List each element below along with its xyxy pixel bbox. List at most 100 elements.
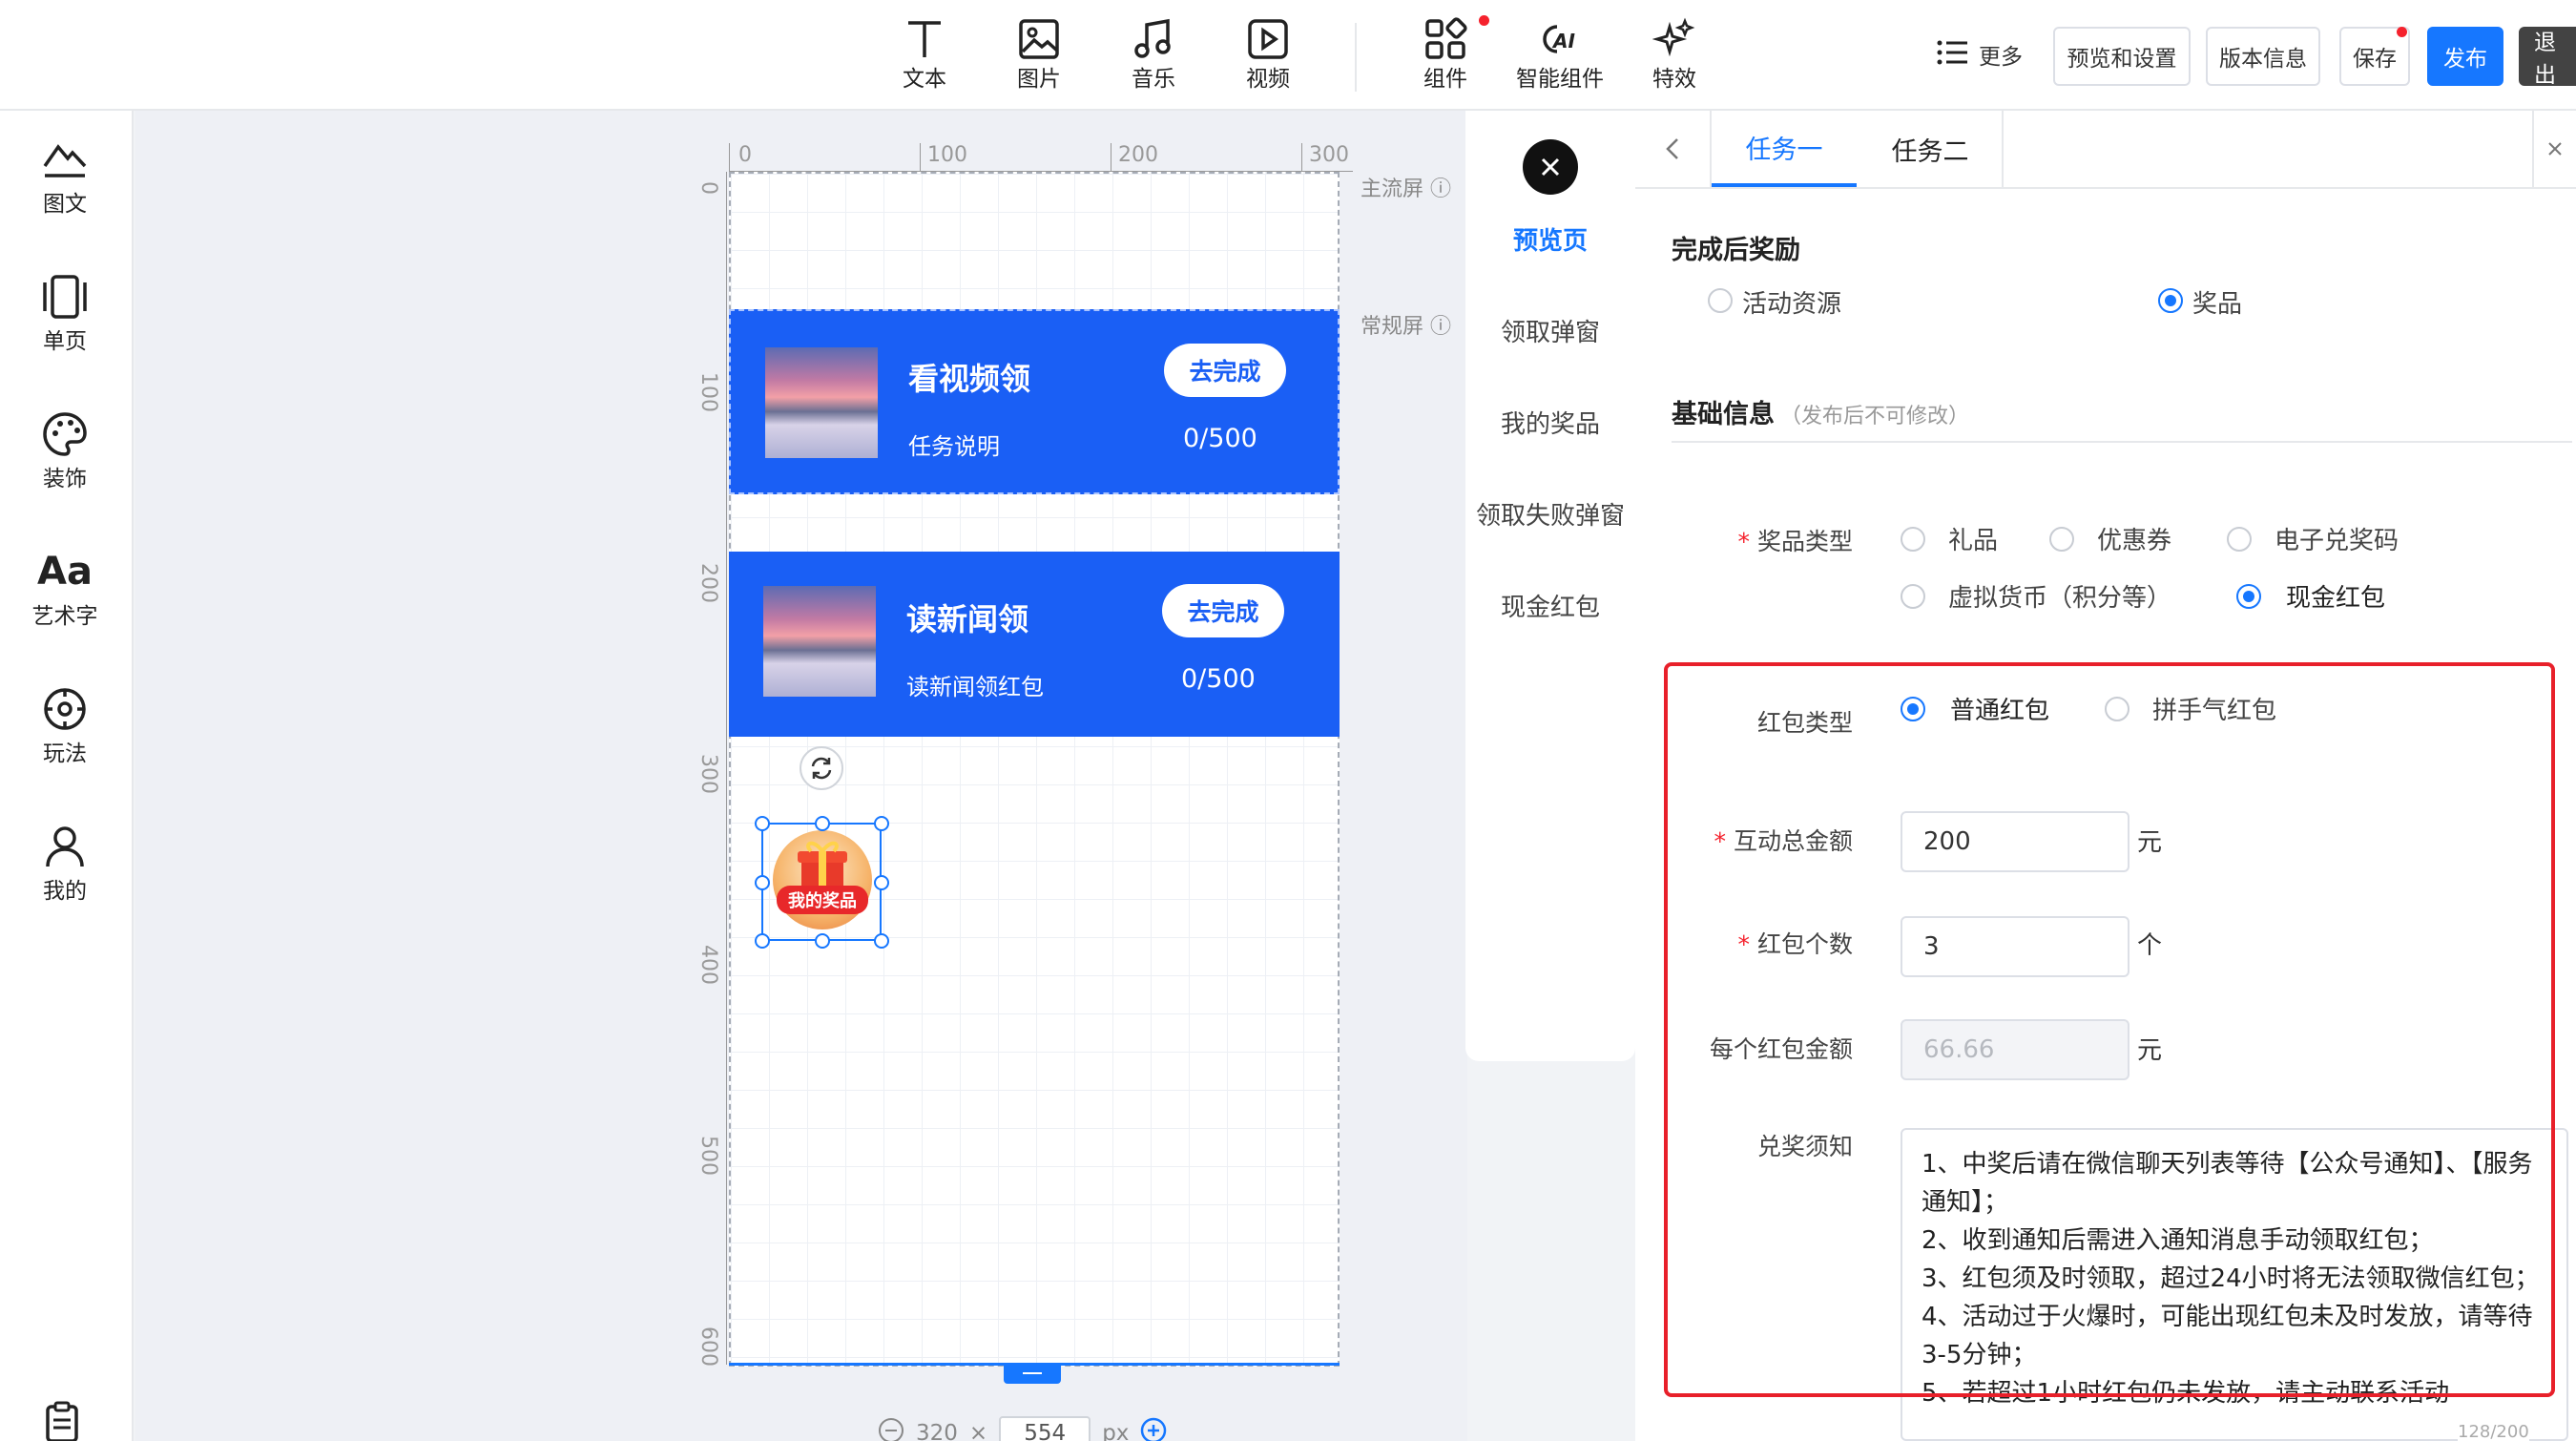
prize-badge-label: 我的奖品	[777, 886, 868, 914]
component-badge-dot	[1479, 15, 1489, 26]
sidebar-item-single-page[interactable]: 单页	[0, 267, 130, 357]
preview-settings-button[interactable]: 预览和设置	[2053, 27, 2191, 86]
text-icon	[872, 13, 977, 65]
task-progress: 0/500	[1183, 424, 1257, 453]
toolbar-divider	[1355, 23, 1357, 92]
tool-label: 图片	[1017, 67, 1061, 92]
prize-type-option: 虚拟货币（积分等）	[1948, 584, 2172, 613]
tab-task-two[interactable]: 任务二	[1859, 111, 2004, 187]
ruler-tick-label: 200	[1118, 143, 1158, 167]
tool-label: 智能组件	[1516, 67, 1604, 92]
artboard-resize-handle[interactable]	[1004, 1363, 1061, 1384]
tool-label: 文本	[903, 67, 946, 92]
version-info-button[interactable]: 版本信息	[2206, 27, 2320, 86]
save-badge-dot	[2397, 27, 2407, 37]
task-thumbnail	[765, 347, 878, 458]
more-label: 更多	[1979, 45, 2023, 70]
tool-label: 视频	[1246, 67, 1290, 92]
tool-label: 组件	[1423, 67, 1467, 92]
gift-icon	[773, 830, 872, 929]
mountain-text-icon	[0, 130, 130, 189]
ruler-tick-label: 100	[696, 372, 720, 412]
prize-type-option: 现金红包	[2286, 584, 2386, 613]
prize-type-radio-code[interactable]	[2227, 527, 2252, 552]
page-icon	[0, 267, 130, 326]
tab-prev-icon[interactable]	[1635, 111, 1712, 187]
vertical-ruler: 0 100 200 300 400 500 600	[683, 172, 727, 1367]
tab-task-one[interactable]: 任务一	[1712, 111, 1857, 187]
sidebar-item-gameplay[interactable]: 玩法	[0, 679, 130, 769]
section-divider	[1672, 441, 2572, 443]
tab-close-icon[interactable]	[2532, 111, 2576, 187]
user-icon	[0, 817, 130, 876]
sidebar-item-graphic-text[interactable]: 图文	[0, 130, 130, 219]
task-title: 读新闻领	[906, 601, 1029, 637]
prize-type-radio-cash[interactable]	[2236, 584, 2261, 609]
resize-handle[interactable]	[874, 875, 889, 890]
resize-handle[interactable]	[755, 933, 770, 949]
publish-button[interactable]: 发布	[2427, 27, 2503, 86]
tool-image[interactable]: 图片	[987, 13, 1091, 94]
ruler-tick-label: 0	[696, 181, 720, 195]
zoom-out-icon[interactable]	[878, 1417, 904, 1441]
clipboard-icon[interactable]	[42, 1401, 82, 1441]
prize-type-radio-gift[interactable]	[1901, 527, 1925, 552]
sidebar-item-label: 我的	[43, 879, 87, 904]
sidebar-item-decoration[interactable]: 装饰	[0, 405, 130, 494]
exit-button[interactable]: 退出	[2519, 27, 2576, 86]
preview-tab-receive-popup[interactable]: 领取弹窗	[1465, 313, 1635, 348]
ruler-tick-label: 300	[696, 754, 720, 794]
tool-effects[interactable]: 特效	[1622, 13, 1727, 94]
task-card-news[interactable]: 读新闻领 读新闻领红包 去完成 0/500	[729, 552, 1340, 737]
resize-handle[interactable]	[815, 933, 830, 949]
size-height-input[interactable]: 554	[999, 1416, 1091, 1441]
resize-handle[interactable]	[755, 875, 770, 890]
preview-tab-fail-popup[interactable]: 领取失败弹窗	[1465, 496, 1635, 532]
sidebar-item-art-font[interactable]: Aa 艺术字	[0, 542, 130, 632]
tool-video[interactable]: 视频	[1215, 13, 1320, 94]
sidebar-item-label: 玩法	[43, 741, 87, 766]
prize-type-option: 电子兑奖码	[2275, 527, 2399, 555]
resize-handle[interactable]	[874, 933, 889, 949]
tool-music[interactable]: 音乐	[1101, 13, 1206, 94]
zoom-in-icon[interactable]	[1140, 1417, 1167, 1441]
task-card-video[interactable]: 看视频领 任务说明 去完成 0/500	[729, 309, 1340, 494]
ruler-tick-label: 300	[1309, 143, 1349, 167]
palette-icon	[0, 405, 130, 464]
resize-handle[interactable]	[874, 816, 889, 831]
size-width: 320	[916, 1421, 958, 1441]
more-menu[interactable]: 更多	[1937, 38, 2023, 71]
preview-tab-cash-redpack[interactable]: 现金红包	[1465, 588, 1635, 623]
prize-type-radio-coupon[interactable]	[2049, 527, 2074, 552]
resize-handle[interactable]	[815, 816, 830, 831]
reward-radio-prize[interactable]	[2158, 288, 2183, 313]
ruler-tick-label: 0	[738, 143, 752, 167]
ruler-tick-label: 100	[927, 143, 967, 167]
task-title: 看视频领	[908, 361, 1031, 397]
task-go-button[interactable]: 去完成	[1164, 344, 1286, 397]
music-icon	[1101, 13, 1206, 65]
menu-list-icon	[1937, 38, 1969, 71]
tool-text[interactable]: 文本	[872, 13, 977, 94]
main-screen-label: 主流屏 ⓘ	[1361, 178, 1452, 201]
prize-element-selection[interactable]: 我的奖品	[755, 816, 889, 949]
sidebar-item-mine[interactable]: 我的	[0, 817, 130, 907]
task-progress: 0/500	[1181, 664, 1256, 694]
close-icon[interactable]	[1523, 139, 1578, 195]
rotate-icon[interactable]	[800, 746, 843, 790]
ruler-tick-label: 400	[696, 945, 720, 985]
tool-ai-component[interactable]: AI 智能组件	[1507, 13, 1612, 94]
task-go-button[interactable]: 去完成	[1162, 584, 1284, 637]
preview-tab-my-prize[interactable]: 我的奖品	[1465, 405, 1635, 440]
resize-handle[interactable]	[755, 816, 770, 831]
sidebar-item-label: 装饰	[43, 467, 87, 491]
reward-option-label: 奖品	[2192, 290, 2243, 319]
sidebar-item-label: 艺术字	[31, 604, 98, 629]
preview-tab-preview[interactable]: 预览页	[1465, 221, 1635, 257]
ruler-tick-label: 200	[696, 563, 720, 603]
task-subtitle: 读新闻领红包	[906, 674, 1044, 700]
ruler-tick-label: 600	[696, 1326, 720, 1367]
task-thumbnail	[763, 586, 876, 697]
prize-type-radio-virtual[interactable]	[1901, 584, 1925, 609]
reward-radio-activity-resource[interactable]	[1708, 288, 1733, 313]
